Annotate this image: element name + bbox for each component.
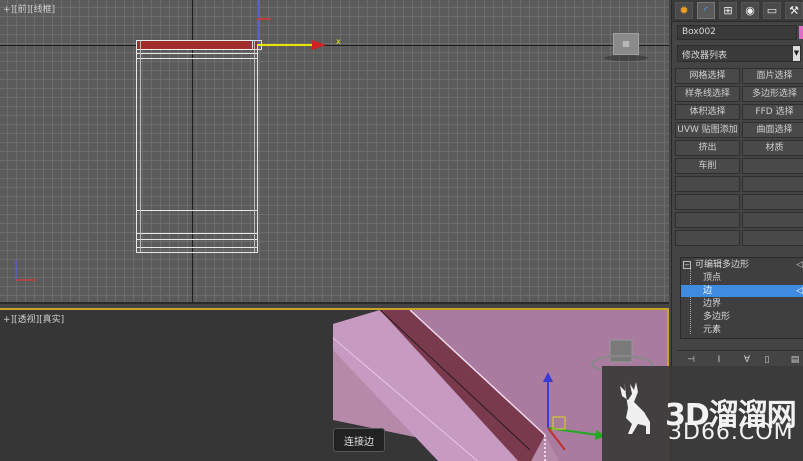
show-end-result-icon[interactable]: Ⅰ [713,354,725,366]
modifier-button-empty[interactable] [675,194,740,210]
command-panel-tabs: ✹ ◜ ⊞ ◉ ▭ ⚒ [672,0,803,22]
utilities-icon[interactable]: ⚒ [785,2,803,19]
watermark-subtitle: 3D66.COM [668,420,794,445]
make-unique-icon[interactable]: ∀ [741,354,753,366]
modifier-button[interactable]: 多边形选择 [742,86,803,102]
modifier-button[interactable]: 样条线选择 [675,86,740,102]
box-wireframe[interactable] [136,40,258,253]
modifier-button[interactable]: 体积选择 [675,104,740,120]
deer-logo-icon [620,382,650,434]
gizmo-y-axis[interactable] [257,0,259,44]
persp-viewcube-icon[interactable] [609,339,633,363]
modifier-list-label: 修改器列表 [682,51,728,61]
stack-item-label: 边 [703,286,713,296]
edge-loop-line[interactable] [137,247,257,248]
visibility-icon[interactable]: ◁ [796,285,803,297]
selected-top-edge-loop[interactable] [137,41,257,50]
axis-tripod-icon [15,260,36,281]
modifier-button-empty[interactable] [675,176,740,192]
gizmo-x-axis[interactable] [258,44,320,46]
object-color-swatch[interactable] [799,26,803,39]
gizmo-center-handle[interactable] [252,40,262,50]
gizmo-y-plane-handle[interactable] [257,18,271,20]
edge-loop-line[interactable] [137,58,257,59]
persp-viewport-label[interactable]: +][透视][真实] [3,312,64,325]
display-icon[interactable]: ▭ [763,2,781,19]
viewcube-shadow [604,55,648,61]
stack-subobject-edge[interactable]: 边 ◁ [681,285,803,297]
modifier-button[interactable]: 车削 [675,158,740,174]
configure-sets-icon[interactable]: ▤ [789,354,801,366]
stack-item-label: 边界 [703,299,722,309]
pin-stack-icon[interactable]: ⊣ [685,354,697,366]
remove-modifier-icon[interactable]: ▯ [761,354,773,366]
stack-subobject-polygon[interactable]: 多边形 [681,311,803,323]
inner-edge-line[interactable] [140,41,141,252]
status-tooltip: 连接边 [333,428,385,452]
viewcube-icon[interactable]: ▦ [613,33,639,55]
stack-subobject-vertex[interactable]: 顶点 [681,272,803,284]
front-viewport[interactable]: x ▦ +][前][线框] [0,0,669,304]
modifier-button[interactable]: 曲面选择 [742,122,803,138]
modifier-stack[interactable]: − 可编辑多边形 ◁ 顶点 边 ◁ 边界 多边形 元素 [680,257,803,339]
modifier-button[interactable]: 材质 [742,140,803,156]
create-icon[interactable]: ✹ [675,2,693,19]
modifier-button-empty[interactable] [675,230,740,246]
hierarchy-icon[interactable]: ⊞ [719,2,737,19]
stack-item-label: 顶点 [703,273,722,283]
front-viewport-label[interactable]: +][前][线框] [3,2,55,15]
modifier-button[interactable]: 网格选择 [675,68,740,84]
object-name-field[interactable]: Box002 [677,25,797,40]
stack-root-label: 可编辑多边形 [695,260,750,270]
stack-item-label: 多边形 [703,312,731,322]
motion-icon[interactable]: ◉ [741,2,759,19]
modifier-button[interactable]: FFD 选择 [742,104,803,120]
edge-loop-line[interactable] [137,233,257,234]
modifier-button[interactable]: 面片选择 [742,68,803,84]
modifier-button-empty[interactable] [742,158,803,174]
world-axis-horizontal [0,45,669,46]
edge-loop-line[interactable] [137,210,257,211]
edge-loop-line[interactable] [137,239,257,240]
modify-icon[interactable]: ◜ [697,2,715,19]
stack-item-label: 元素 [703,325,722,335]
modifier-button[interactable]: 挤出 [675,140,740,156]
stack-subobject-border[interactable]: 边界 [681,298,803,310]
modifier-button-empty[interactable] [742,212,803,228]
modifier-button-empty[interactable] [675,212,740,228]
modifier-button[interactable]: UVW 贴图添加 [675,122,740,138]
modifier-list-dropdown[interactable]: 修改器列表 ▼ [677,45,801,62]
collapse-icon[interactable]: − [683,261,691,269]
watermark: 3D溜溜网 3D66.COM [602,366,803,461]
modifier-button-empty[interactable] [742,194,803,210]
inner-edge-line[interactable] [254,41,255,252]
modifier-button-empty[interactable] [742,230,803,246]
perspective-viewport[interactable]: +][透视][真实] 连接边 [0,308,669,461]
gizmo-x-arrow-icon[interactable] [312,40,326,50]
gizmo-x-label: x [336,37,341,46]
chevron-down-icon[interactable]: ▼ [793,46,800,61]
stack-root-item[interactable]: − 可编辑多边形 ◁ [681,259,803,271]
stack-subobject-element[interactable]: 元素 [681,324,803,336]
modifier-button-empty[interactable] [742,176,803,192]
visibility-icon[interactable]: ◁ [796,259,803,271]
edge-loop-line[interactable] [137,53,257,54]
